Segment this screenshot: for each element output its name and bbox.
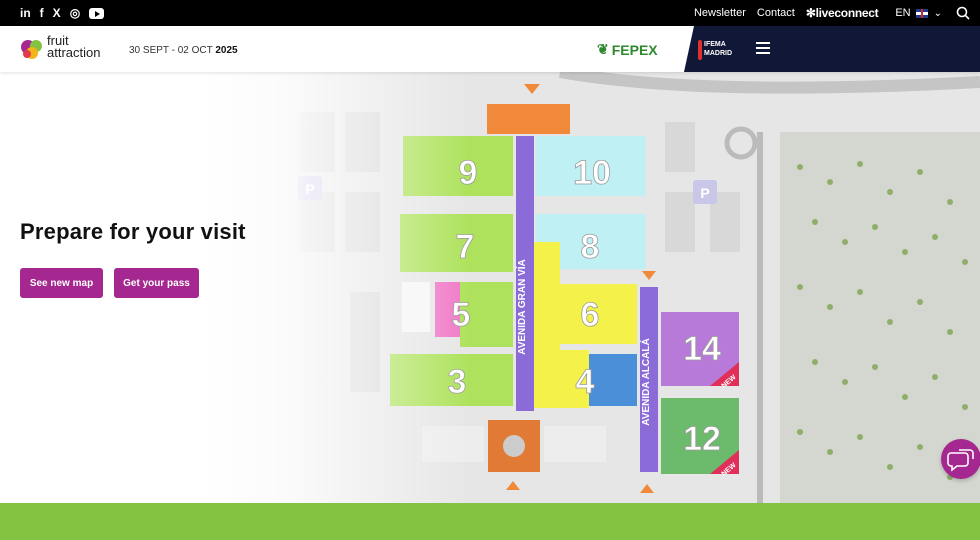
social-links: in f X ◎	[20, 5, 105, 21]
hero-title: Prepare for your visit	[20, 219, 246, 244]
language-selector[interactable]: EN	[895, 7, 910, 19]
map-entrance-north	[487, 104, 570, 134]
map-service-building-east	[544, 426, 606, 462]
instagram-icon[interactable]: ◎	[70, 5, 80, 21]
hall-8-label: 8	[581, 228, 600, 266]
chevron-down-icon[interactable]: ⌄	[934, 8, 942, 19]
ifema-line-2: MADRID	[704, 50, 732, 57]
youtube-icon[interactable]	[89, 7, 105, 19]
uk-flag-icon	[915, 8, 928, 18]
search-icon[interactable]	[956, 6, 970, 20]
get-your-pass-button[interactable]: Get your pass	[114, 268, 199, 298]
hall-12-label: 12	[683, 420, 721, 458]
chat-icon	[947, 449, 974, 472]
site-header: fruit attraction 30 SEPT - 02 OCT 2025 ❦…	[0, 26, 980, 72]
site-logo-text[interactable]: fruit attraction	[47, 34, 101, 60]
fepex-label: FEPEX	[611, 41, 658, 58]
x-icon[interactable]: X	[53, 5, 61, 21]
top-links: Newsletter Contact ✻liveconnect EN ⌄	[694, 0, 980, 26]
hall-14-label: 14	[683, 330, 721, 368]
event-dates: 30 SEPT - 02 OCT 2025	[129, 45, 238, 56]
newsletter-link[interactable]: Newsletter	[694, 7, 746, 19]
fepex-logo[interactable]: ❦ FEPEX	[597, 41, 658, 58]
hall-4-label: 4	[576, 363, 595, 401]
fruit-attraction-logo-icon[interactable]	[20, 38, 46, 62]
hero-section: 9 10 7 8 5 6 14 3 4 12 AVENIDA GRAN VÍA	[0, 72, 980, 503]
liveconnect-label: liveconnect	[815, 6, 879, 20]
hamburger-menu-icon[interactable]	[756, 42, 770, 54]
green-band	[0, 503, 980, 540]
logo-line-2: attraction	[47, 45, 101, 60]
ifema-logo[interactable]: IFEMA MADRID	[698, 40, 738, 60]
linkedin-icon[interactable]: in	[20, 5, 31, 21]
ifema-panel: IFEMA MADRID	[684, 26, 980, 72]
hall-6-label: 6	[581, 296, 600, 334]
liveconnect-link[interactable]: ✻liveconnect	[806, 6, 879, 20]
dates-range: 30 SEPT - 02 OCT	[129, 45, 213, 56]
contact-link[interactable]: Contact	[757, 7, 795, 19]
facebook-icon[interactable]: f	[40, 5, 44, 21]
dates-year: 2025	[215, 45, 238, 56]
hall-4-annex	[589, 354, 637, 406]
ifema-line-1: IFEMA	[704, 41, 726, 48]
top-bar: in f X ◎ Newsletter Contact ✻liveconnect…	[0, 0, 980, 26]
chat-widget-button[interactable]	[941, 439, 980, 479]
map-entrance-south-dome	[503, 435, 525, 457]
leaf-icon: ❦	[597, 41, 609, 57]
liveconnect-icon: ✻	[805, 6, 816, 20]
hall-10-label: 10	[573, 154, 611, 192]
avenue-gran-via-label: AVENIDA GRAN VÍA	[515, 259, 528, 355]
parking-east-label: P	[700, 185, 709, 201]
avenue-alcala-label: AVENIDA ALCALÁ	[639, 338, 652, 425]
see-new-map-button[interactable]: See new map	[20, 268, 103, 298]
